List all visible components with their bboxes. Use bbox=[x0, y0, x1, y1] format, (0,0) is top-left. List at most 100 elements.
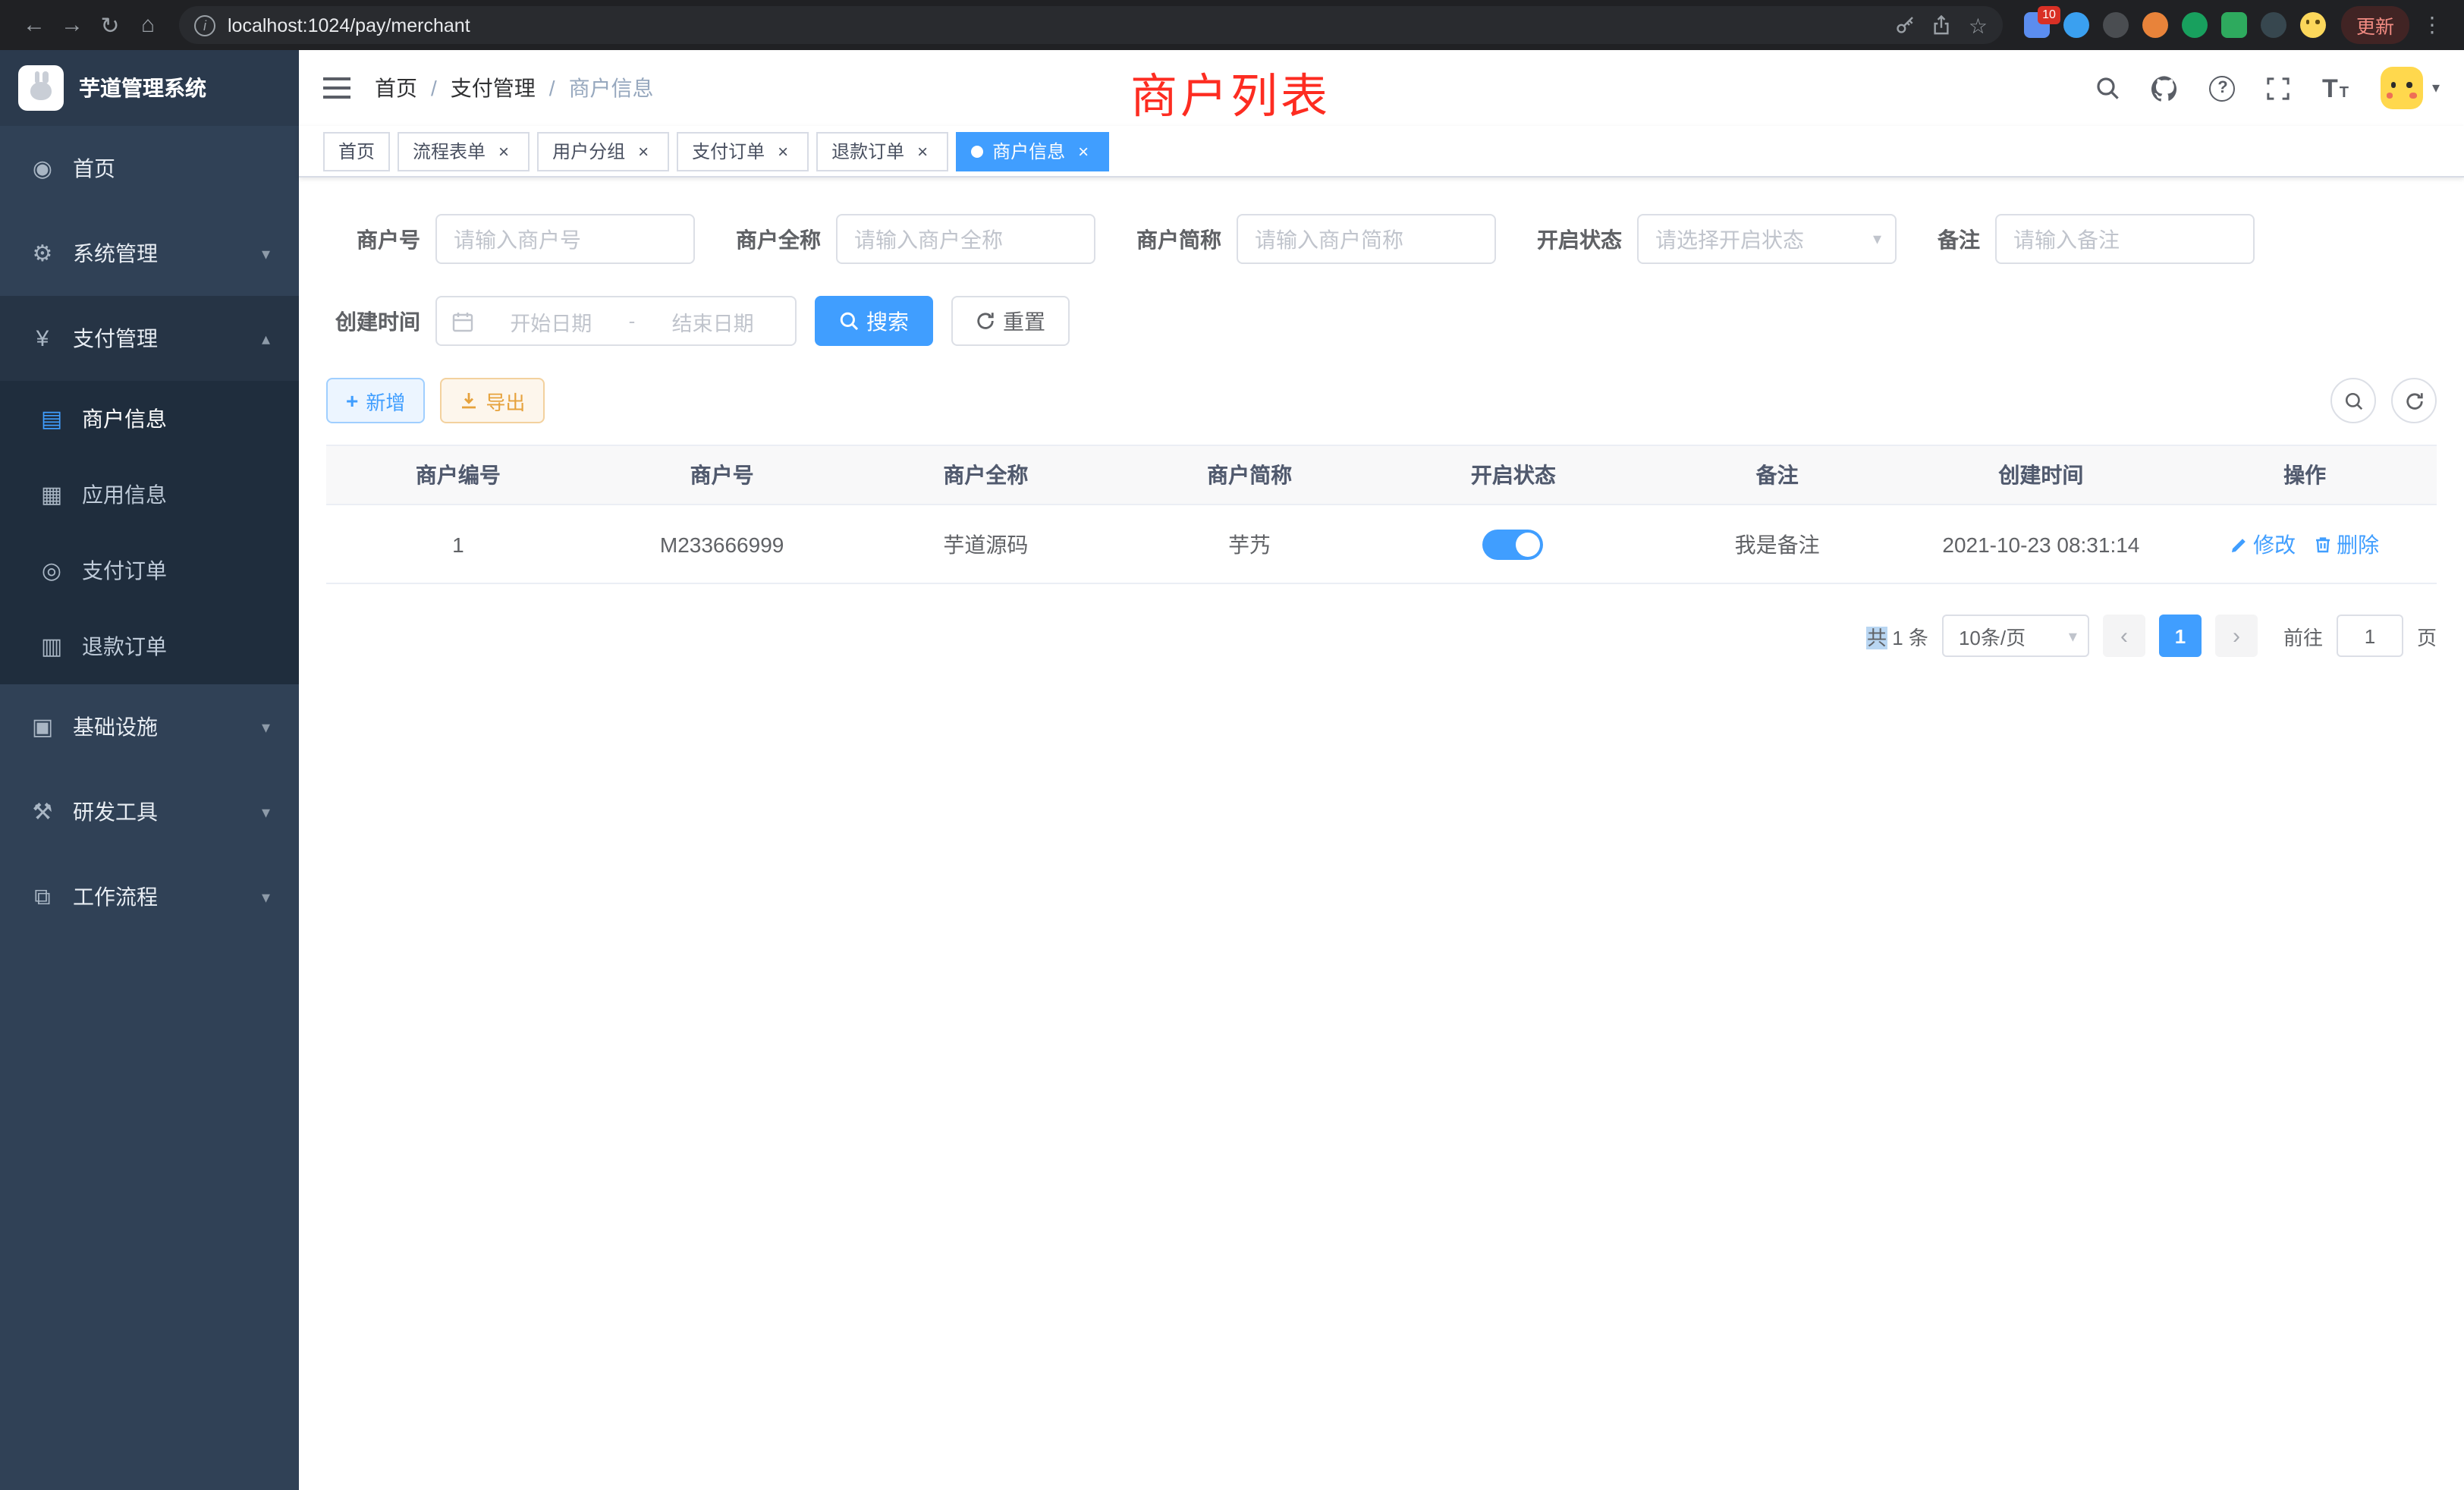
tab-merchant-info[interactable]: 商户信息× bbox=[956, 131, 1109, 171]
grid-icon: ▦ bbox=[38, 481, 65, 508]
toggle-search-button[interactable] bbox=[2330, 378, 2376, 423]
extension-icon-6[interactable] bbox=[2221, 12, 2247, 38]
sidebar-item-refund-order[interactable]: ▥ 退款订单 bbox=[0, 608, 299, 684]
pagination: 共 1 条 10条/页 ▾ ‹ 1 › 前往 页 bbox=[326, 615, 2437, 657]
sidebar: 芋道管理系统 ◉ 首页 ⚙ 系统管理 ▾ ¥ 支付管理 ▴ bbox=[0, 50, 299, 1490]
password-key-icon[interactable] bbox=[1896, 15, 1916, 35]
browser-update-button[interactable]: 更新 bbox=[2341, 6, 2409, 44]
sidebar-item-devtools[interactable]: ⚒ 研发工具 ▾ bbox=[0, 769, 299, 854]
extension-icon-1[interactable]: 10 bbox=[2024, 12, 2050, 38]
tab-pay-order[interactable]: 支付订单× bbox=[677, 131, 809, 171]
sidebar-item-label: 支付管理 bbox=[73, 323, 158, 354]
search-icon[interactable] bbox=[2096, 76, 2120, 100]
app-title: 芋道管理系统 bbox=[79, 73, 206, 103]
sidebar-item-label: 商户信息 bbox=[82, 404, 167, 434]
short-name-input[interactable] bbox=[1237, 214, 1496, 264]
status-select[interactable]: 请选择开启状态 ▾ bbox=[1637, 214, 1897, 264]
edit-button[interactable]: 修改 bbox=[2230, 529, 2296, 559]
bookmark-star-icon[interactable]: ☆ bbox=[1969, 14, 1988, 36]
refresh-button[interactable] bbox=[2391, 378, 2437, 423]
sidebar-item-app-info[interactable]: ▦ 应用信息 bbox=[0, 457, 299, 533]
chevron-up-icon: ▴ bbox=[262, 328, 270, 348]
create-time-range-picker[interactable]: 开始日期 - 结束日期 bbox=[435, 296, 797, 346]
url-bar[interactable]: i localhost:1024/pay/merchant ☆ bbox=[179, 6, 2003, 44]
extension-icon-7[interactable] bbox=[2261, 12, 2286, 38]
target-icon: ◎ bbox=[38, 557, 65, 584]
table-header-cell: 操作 bbox=[2173, 460, 2437, 490]
add-button[interactable]: + 新增 bbox=[326, 378, 425, 423]
filter-row-2: 创建时间 开始日期 - 结束日期 搜索 重置 bbox=[326, 296, 2437, 346]
table-row: 1 M233666999 芋道源码 芋艿 我是备注 2021-10-23 08:… bbox=[326, 505, 2437, 584]
browser-menu-icon[interactable]: ⋮ bbox=[2415, 12, 2449, 38]
close-icon[interactable]: × bbox=[633, 140, 654, 162]
full-name-input[interactable] bbox=[836, 214, 1095, 264]
export-button[interactable]: 导出 bbox=[440, 378, 545, 423]
goto-page-input[interactable] bbox=[2337, 615, 2403, 657]
next-page-button[interactable]: › bbox=[2215, 615, 2258, 657]
chevron-down-icon: ▾ bbox=[1873, 229, 1881, 249]
remark-input[interactable] bbox=[1995, 214, 2255, 264]
close-icon[interactable]: × bbox=[493, 140, 514, 162]
sidebar-item-infra[interactable]: ▣ 基础设施 ▾ bbox=[0, 684, 299, 769]
sidebar-item-pay-order[interactable]: ◎ 支付订单 bbox=[0, 533, 299, 608]
status-label: 开启状态 bbox=[1537, 224, 1622, 254]
search-button[interactable]: 搜索 bbox=[815, 296, 933, 346]
trash-icon bbox=[2314, 535, 2332, 553]
merchant-no-input[interactable] bbox=[435, 214, 695, 264]
tab-home[interactable]: 首页 bbox=[323, 131, 390, 171]
table-header-cell: 备注 bbox=[1645, 460, 1909, 490]
breadcrumb-current: 商户信息 bbox=[569, 73, 654, 103]
cell-short-name: 芋艿 bbox=[1117, 529, 1381, 559]
chevron-down-icon: ▾ bbox=[262, 887, 270, 907]
app-logo[interactable]: 芋道管理系统 bbox=[0, 50, 299, 126]
breadcrumb-separator: / bbox=[549, 76, 555, 100]
prev-page-button[interactable]: ‹ bbox=[2103, 615, 2145, 657]
help-icon[interactable]: ? bbox=[2210, 75, 2236, 101]
breadcrumb-home[interactable]: 首页 bbox=[375, 73, 417, 103]
close-icon[interactable]: × bbox=[1073, 140, 1094, 162]
breadcrumb-payment[interactable]: 支付管理 bbox=[451, 73, 536, 103]
browser-back-icon[interactable]: ← bbox=[15, 6, 53, 44]
tab-process-form[interactable]: 流程表单× bbox=[398, 131, 530, 171]
sidebar-item-workflow[interactable]: ⧉ 工作流程 ▾ bbox=[0, 854, 299, 939]
extension-icon-4[interactable] bbox=[2142, 12, 2168, 38]
extension-icon-3[interactable] bbox=[2103, 12, 2129, 38]
font-size-icon[interactable]: TT bbox=[2322, 75, 2349, 101]
cell-full-name: 芋道源码 bbox=[854, 529, 1118, 559]
sidebar-item-payment[interactable]: ¥ 支付管理 ▴ bbox=[0, 296, 299, 381]
cell-merchant-id: 1 bbox=[326, 532, 590, 556]
page-info-icon[interactable]: i bbox=[194, 14, 215, 36]
reset-button[interactable]: 重置 bbox=[951, 296, 1070, 346]
extension-icon-2[interactable] bbox=[2063, 12, 2089, 38]
extension-icon-5[interactable] bbox=[2182, 12, 2208, 38]
sidebar-item-merchant-info[interactable]: ▤ 商户信息 bbox=[0, 381, 299, 457]
page-1-button[interactable]: 1 bbox=[2159, 615, 2202, 657]
page-size-select[interactable]: 10条/页 ▾ bbox=[1942, 615, 2089, 657]
user-menu[interactable]: ▾ bbox=[2381, 67, 2440, 109]
fullscreen-icon[interactable] bbox=[2268, 77, 2290, 99]
share-icon[interactable] bbox=[1932, 15, 1952, 35]
table-header-cell: 商户简称 bbox=[1117, 460, 1381, 490]
status-toggle[interactable] bbox=[1483, 529, 1544, 559]
start-date-placeholder: 开始日期 bbox=[484, 306, 618, 336]
tab-user-group[interactable]: 用户分组× bbox=[537, 131, 669, 171]
tab-refund-order[interactable]: 退款订单× bbox=[816, 131, 948, 171]
browser-home-icon[interactable]: ⌂ bbox=[129, 6, 167, 44]
sidebar-toggle-icon[interactable] bbox=[323, 77, 350, 99]
profile-avatar-icon[interactable] bbox=[2300, 12, 2326, 38]
close-icon[interactable]: × bbox=[912, 140, 933, 162]
create-time-label: 创建时间 bbox=[326, 306, 420, 336]
screen: ← → ↻ ⌂ i localhost:1024/pay/merchant ☆ … bbox=[0, 0, 2464, 1490]
sidebar-item-home[interactable]: ◉ 首页 bbox=[0, 126, 299, 211]
table-toolbar: + 新增 导出 bbox=[326, 378, 2437, 423]
sidebar-item-system[interactable]: ⚙ 系统管理 ▾ bbox=[0, 211, 299, 296]
plus-icon: + bbox=[346, 390, 358, 411]
extension-badge: 10 bbox=[2038, 6, 2060, 24]
browser-reload-icon[interactable]: ↻ bbox=[91, 6, 129, 44]
cell-create-time: 2021-10-23 08:31:14 bbox=[1909, 532, 2173, 556]
delete-button[interactable]: 删除 bbox=[2314, 529, 2379, 559]
cell-actions: 修改 删除 bbox=[2173, 529, 2437, 559]
github-icon[interactable] bbox=[2152, 75, 2178, 101]
browser-forward-icon[interactable]: → bbox=[53, 6, 91, 44]
close-icon[interactable]: × bbox=[772, 140, 794, 162]
